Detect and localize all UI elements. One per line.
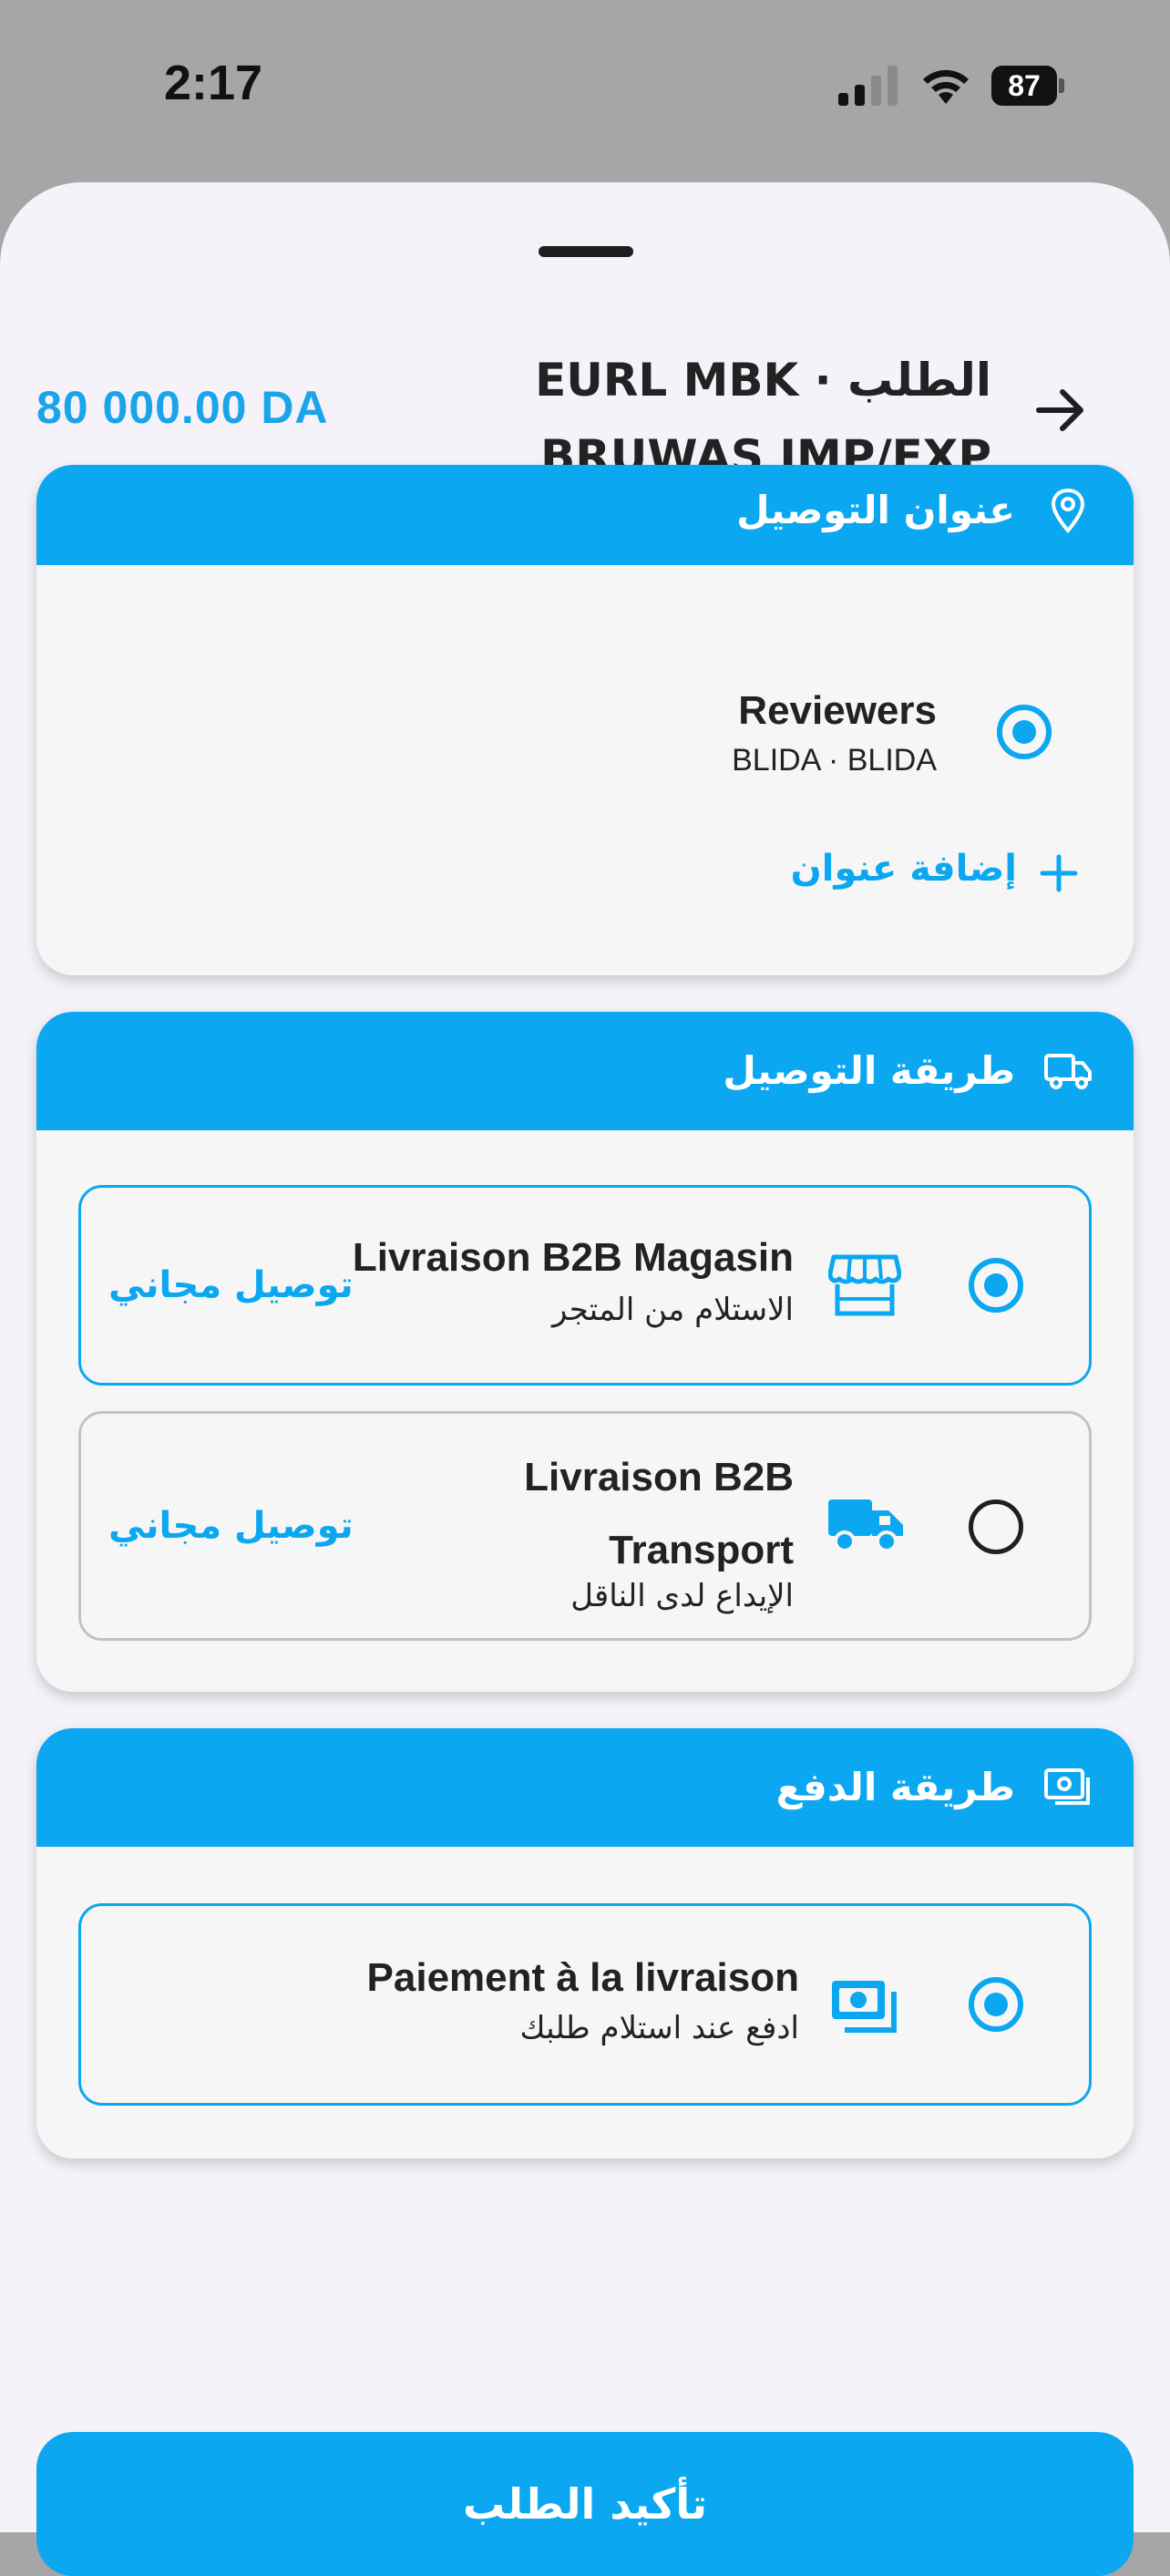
battery-level: 87: [991, 66, 1057, 106]
payment-option-subtitle: ادفع عند استلام طلبك: [519, 2010, 799, 2046]
plus-icon[interactable]: [1037, 851, 1081, 895]
cash-icon: [832, 1981, 897, 2033]
truck-icon: [828, 1499, 903, 1552]
cash-icon: [1044, 1768, 1090, 1805]
status-time: 2:17: [164, 56, 263, 110]
address-card: عنوان التوصيل Reviewers BLIDA · BLIDA إض…: [36, 465, 1134, 975]
payment-card-header: طريقة الدفع: [36, 1728, 1134, 1847]
delivery-radio-transport[interactable]: [969, 1499, 1023, 1554]
battery-icon: 87: [991, 66, 1064, 106]
delivery-section-title: طريقة التوصيل: [723, 1048, 1015, 1093]
truck-icon: [1044, 1054, 1092, 1089]
confirm-order-button[interactable]: تأكيد الطلب: [36, 2432, 1134, 2576]
delivery-radio-magasin[interactable]: [969, 1258, 1023, 1313]
address-section-title: عنوان التوصيل: [736, 488, 1015, 532]
delivery-option-subtitle: الإيداع لدى الناقل: [570, 1578, 794, 1614]
status-bar: 2:17 87: [0, 0, 1170, 173]
delivery-option-price: توصيل مجاني: [108, 1264, 354, 1306]
store-icon: [828, 1254, 901, 1316]
address-name: Reviewers: [738, 688, 937, 733]
delivery-option-magasin[interactable]: Livraison B2B Magasin الاستلام من المتجر…: [78, 1185, 1092, 1386]
delivery-option-transport[interactable]: Livraison B2B Transport الإيداع لدى النا…: [78, 1411, 1092, 1641]
location-pin-icon: [1051, 488, 1085, 534]
delivery-option-price: توصيل مجاني: [108, 1505, 354, 1547]
address-card-header: عنوان التوصيل: [36, 465, 1134, 565]
delivery-option-subtitle: الاستلام من المتجر: [551, 1292, 794, 1328]
delivery-option-name: Livraison B2B Magasin: [352, 1235, 794, 1280]
address-detail: BLIDA · BLIDA: [732, 743, 937, 778]
checkout-sheet: 80 000.00 DA EURL MBK · الطلب BRUWAS IMP…: [0, 182, 1170, 2576]
payment-option-name: Paiement à la livraison: [366, 1955, 799, 2000]
delivery-card-header: طريقة التوصيل: [36, 1012, 1134, 1130]
payment-method-card: طريقة الدفع Paiement à la livraison ادفع…: [36, 1728, 1134, 2159]
delivery-method-card: طريقة التوصيل Livraison B2B Magasin الاس…: [36, 1012, 1134, 1692]
payment-radio-cod[interactable]: [969, 1977, 1023, 2032]
address-radio[interactable]: [997, 705, 1052, 759]
wifi-icon: [923, 69, 969, 104]
payment-section-title: طريقة الدفع: [775, 1765, 1015, 1809]
add-address-link[interactable]: إضافة عنوان: [791, 848, 1017, 890]
arrow-right-icon[interactable]: [1031, 381, 1090, 439]
drag-handle[interactable]: [539, 246, 633, 257]
delivery-option-name: Livraison B2B Transport: [524, 1455, 794, 1572]
order-total: 80 000.00 DA: [36, 382, 329, 433]
payment-option-cod[interactable]: Paiement à la livraison ادفع عند استلام …: [78, 1903, 1092, 2106]
cellular-signal-icon: [838, 66, 898, 106]
